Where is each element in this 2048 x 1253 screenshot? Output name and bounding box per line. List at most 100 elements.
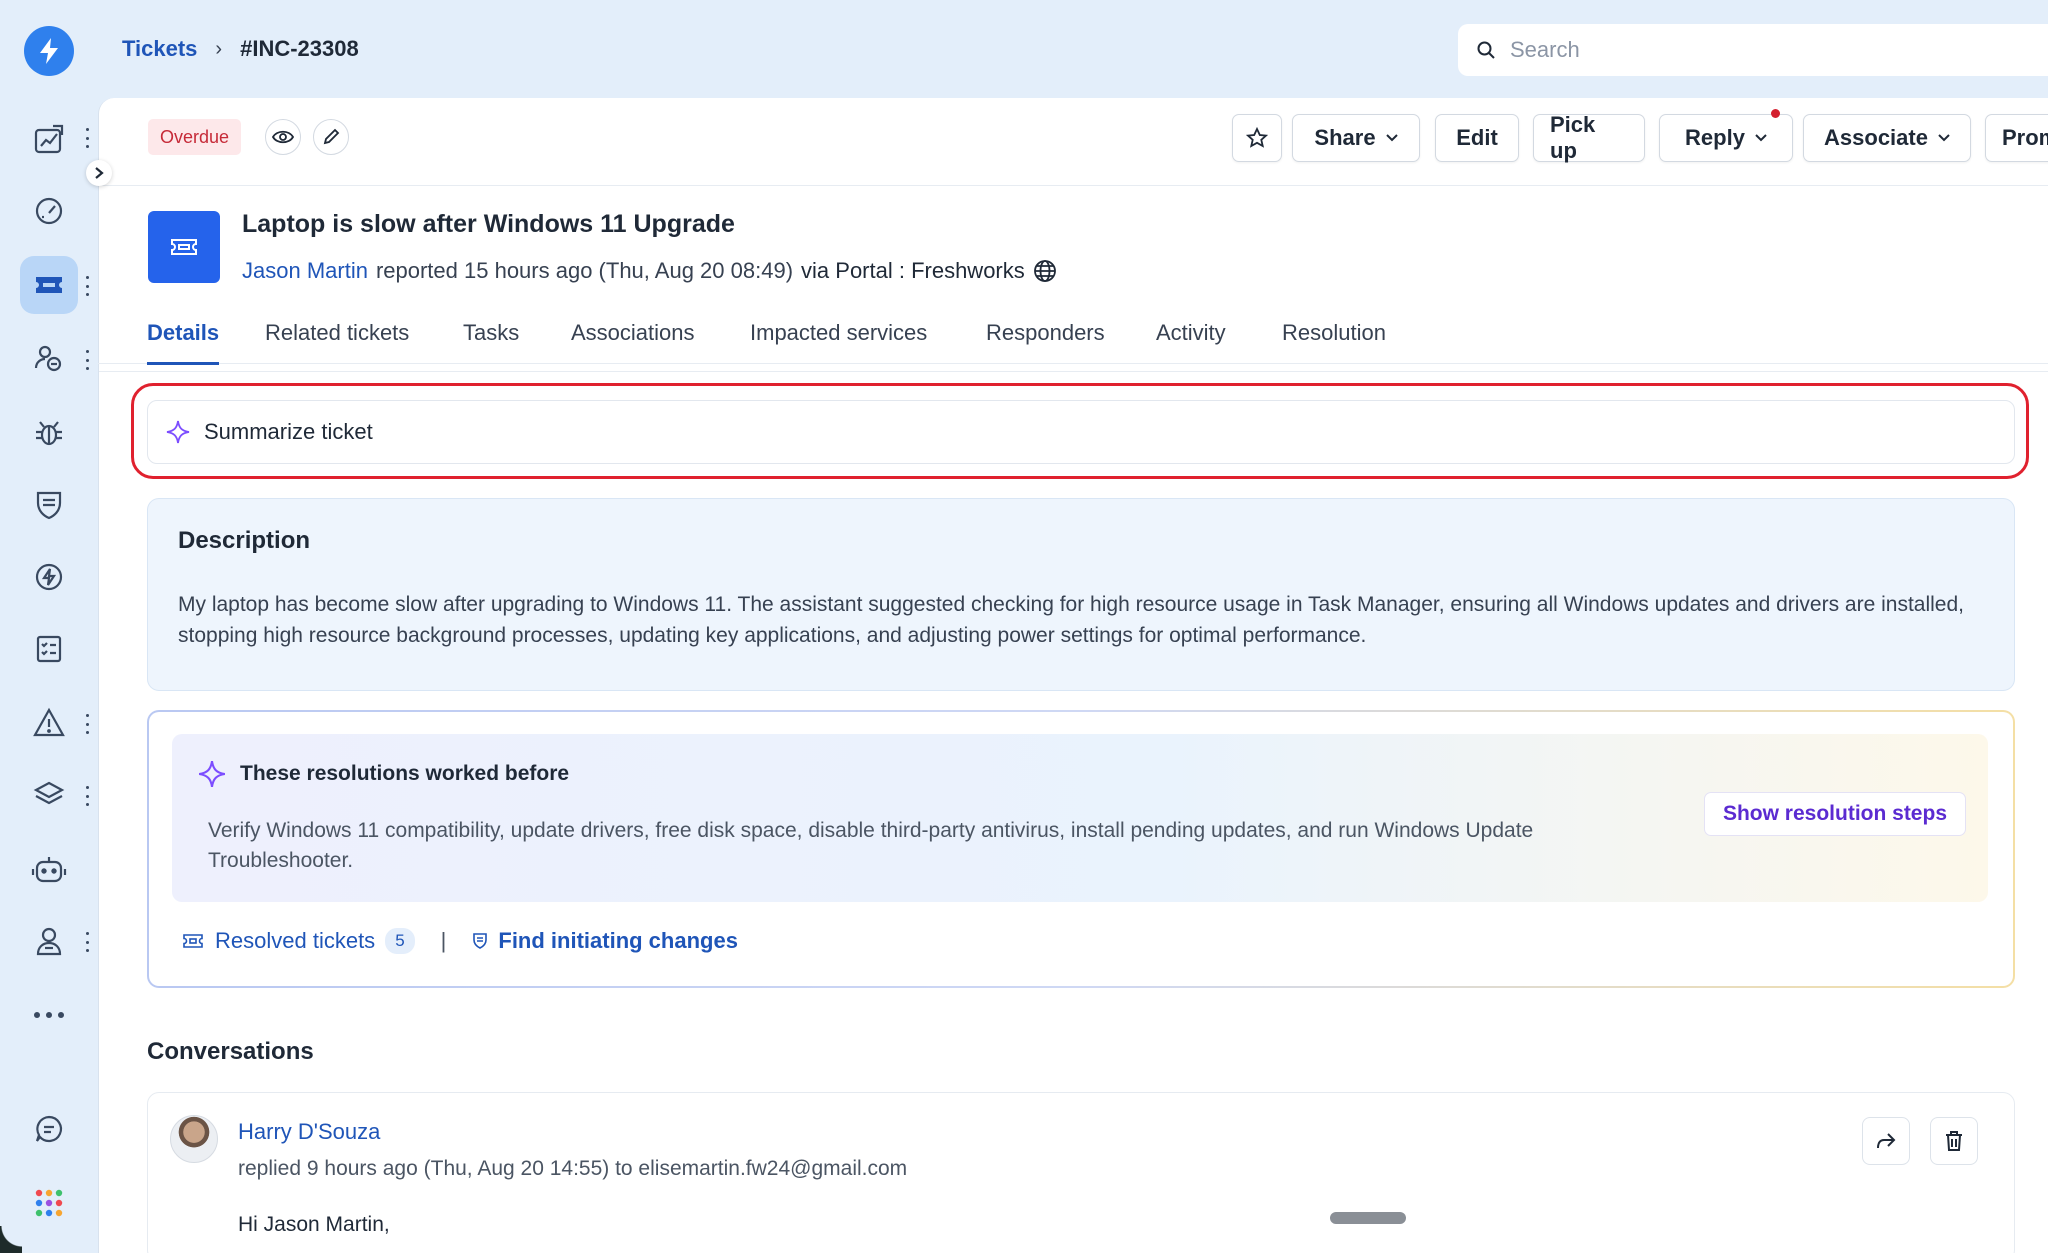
promote-button[interactable]: Prom — [1985, 114, 2048, 162]
incidents-icon[interactable] — [20, 694, 78, 752]
suggested-resolutions-card: These resolutions worked before Verify W… — [147, 710, 2015, 988]
resolutions-footer: Resolved tickets 5 | Find initiating cha… — [183, 928, 738, 954]
forward-arrow-icon — [1877, 1133, 1896, 1149]
breadcrumb-current: #INC-23308 — [240, 36, 359, 61]
globe-icon — [1033, 260, 1056, 282]
chevron-down-icon — [1938, 134, 1950, 142]
more-icon[interactable] — [20, 986, 78, 1044]
summarize-ticket-button[interactable]: Summarize ticket — [147, 400, 2015, 464]
conversation-greeting: Hi Jason Martin, — [238, 1213, 390, 1236]
left-nav-rail — [0, 0, 98, 1253]
pick-up-button[interactable]: Pick up — [1533, 112, 1645, 163]
resolved-tickets-link[interactable]: Resolved tickets — [215, 928, 375, 954]
users-icon[interactable] — [20, 330, 78, 388]
analytics-icon[interactable] — [20, 110, 78, 168]
edit-label: Edit — [1456, 125, 1498, 150]
bot-icon[interactable] — [20, 840, 78, 898]
tab-tasks[interactable]: Tasks — [463, 314, 519, 364]
sparkle-icon — [166, 420, 190, 444]
star-button[interactable] — [1232, 114, 1282, 162]
tab-impacted-services[interactable]: Impacted services — [750, 314, 927, 364]
ticket-type-icon — [148, 211, 220, 283]
conversation-author-link[interactable]: Harry D'Souza — [238, 1119, 380, 1145]
releases-icon[interactable] — [20, 548, 78, 606]
tab-responders[interactable]: Responders — [986, 314, 1105, 364]
share-label: Share — [1314, 125, 1376, 150]
tab-associations[interactable]: Associations — [571, 314, 695, 364]
summarize-label: Summarize ticket — [204, 419, 373, 444]
associate-button[interactable]: Associate — [1803, 114, 1971, 162]
share-button[interactable]: Share — [1292, 114, 1420, 162]
dashboard-icon[interactable] — [20, 182, 78, 240]
window-corner — [0, 1226, 22, 1253]
ticket-title: Laptop is slow after Windows 11 Upgrade — [242, 210, 735, 238]
tickets-more-icon[interactable] — [84, 276, 90, 296]
chevron-down-icon — [1755, 134, 1767, 142]
resolutions-heading: These resolutions worked before — [198, 760, 569, 788]
tab-related-tickets[interactable]: Related tickets — [265, 314, 409, 364]
global-search[interactable] — [1458, 24, 2048, 76]
requester-link[interactable]: Jason Martin — [242, 258, 368, 284]
tasks-icon[interactable] — [20, 620, 78, 678]
resolutions-body: Verify Windows 11 compatibility, update … — [208, 819, 1534, 872]
edit-pencil-icon[interactable] — [313, 119, 349, 155]
resolutions-title: These resolutions worked before — [240, 762, 570, 785]
watch-eye-icon[interactable] — [265, 119, 301, 155]
resolutions-card-body: These resolutions worked before Verify W… — [149, 712, 2013, 986]
analytics-more-icon[interactable] — [84, 128, 90, 148]
tickets-icon[interactable] — [20, 256, 78, 314]
forward-button[interactable] — [1862, 1117, 1910, 1165]
changes-icon[interactable] — [20, 476, 78, 534]
ticket-action-bar: Overdue Share Edit Pick up Reply Associa… — [99, 98, 2048, 186]
assets-more-icon[interactable] — [84, 786, 90, 806]
ticket-icon — [183, 934, 203, 948]
notification-dot — [1771, 109, 1780, 118]
freshservice-logo-icon[interactable] — [24, 26, 74, 76]
users-more-icon[interactable] — [84, 350, 90, 370]
problems-icon[interactable] — [20, 404, 78, 462]
assets-icon[interactable] — [20, 766, 78, 824]
delete-button[interactable] — [1930, 1117, 1978, 1165]
conversation-item: Harry D'Souza replied 9 hours ago (Thu, … — [147, 1092, 2015, 1253]
description-title: Description — [178, 527, 311, 554]
star-icon — [1246, 127, 1268, 148]
apps-icon[interactable] — [20, 1174, 78, 1232]
resolutions-suggestion-box: These resolutions worked before Verify W… — [172, 734, 1988, 902]
associate-label: Associate — [1824, 125, 1928, 150]
find-initiating-changes-link[interactable]: Find initiating changes — [498, 928, 738, 954]
scroll-handle[interactable] — [1330, 1212, 1406, 1224]
promote-label: Prom — [2002, 125, 2048, 150]
edit-button[interactable]: Edit — [1435, 114, 1519, 162]
conversations-title: Conversations — [147, 1038, 314, 1065]
breadcrumb-separator: › — [215, 37, 223, 60]
solutions-more-icon[interactable] — [84, 932, 90, 952]
incidents-more-icon[interactable] — [84, 714, 90, 734]
tab-activity[interactable]: Activity — [1156, 314, 1226, 364]
sparkle-icon — [198, 760, 226, 788]
reply-label: Reply — [1685, 125, 1745, 150]
top-bar: Tickets › #INC-23308 — [98, 0, 2048, 98]
footer-separator: | — [440, 928, 447, 953]
chat-icon[interactable] — [20, 1100, 78, 1158]
breadcrumb: Tickets › #INC-23308 — [122, 36, 359, 62]
trash-icon — [1946, 1131, 1962, 1151]
avatar — [170, 1115, 218, 1163]
expand-sidebar-chevron-icon[interactable] — [86, 160, 112, 186]
tab-details[interactable]: Details — [147, 314, 220, 365]
search-icon — [1477, 41, 1495, 59]
ticket-meta: Jason Martin reported 15 hours ago (Thu,… — [242, 258, 1057, 284]
chevron-down-icon — [1385, 134, 1398, 142]
pick-up-label: Pick up — [1550, 112, 1596, 163]
source-text: via Portal : Freshworks — [801, 258, 1025, 283]
description-body: My laptop has become slow after upgradin… — [178, 593, 1964, 647]
tab-resolution[interactable]: Resolution — [1282, 314, 1386, 364]
solutions-icon[interactable] — [20, 912, 78, 970]
breadcrumb-tickets-link[interactable]: Tickets — [122, 36, 197, 62]
conversation-meta: replied 9 hours ago (Thu, Aug 20 14:55) … — [238, 1157, 908, 1180]
description-card: Description My laptop has become slow af… — [147, 498, 2015, 691]
search-input[interactable] — [1510, 37, 2010, 63]
show-resolution-steps-button[interactable]: Show resolution steps — [1703, 792, 1966, 836]
status-badge-overdue: Overdue — [148, 119, 242, 155]
reported-text: reported 15 hours ago (Thu, Aug 20 08:49… — [375, 258, 794, 283]
reply-button[interactable]: Reply — [1659, 109, 1793, 162]
